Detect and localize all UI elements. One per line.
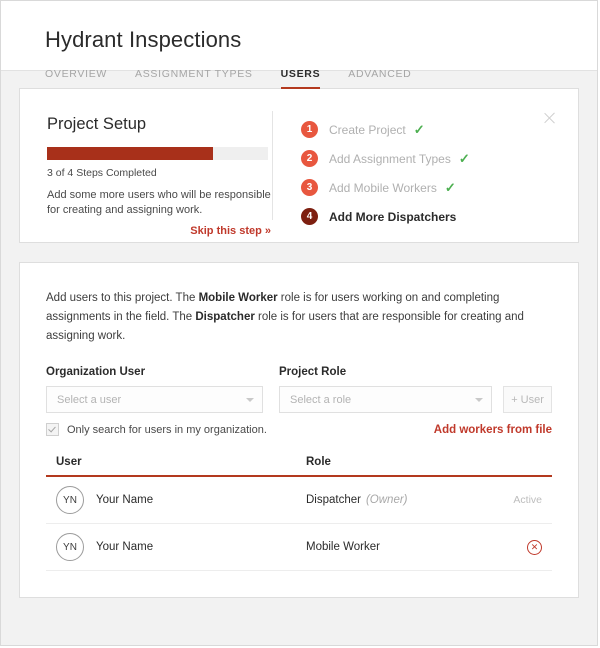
check-icon: ✓ [445,180,456,196]
users-table-header: User Role [46,456,552,477]
tab-overview[interactable]: OVERVIEW [45,68,107,89]
progress-label: 3 of 4 Steps Completed [47,167,272,179]
page-title: Hydrant Inspections [45,27,597,53]
setup-step-4[interactable]: 4 Add More Dispatchers [301,202,578,231]
only-my-org-label: Only search for users in my organization… [67,424,267,436]
table-row: YN Your Name Dispatcher (Owner) Active [46,477,552,524]
page-header: Hydrant Inspections OVERVIEW ASSIGNMENT … [1,1,597,71]
tab-users[interactable]: USERS [281,68,321,89]
only-my-org-checkbox[interactable] [46,423,59,436]
intro-text-part-1: Add users to this project. The [46,292,199,304]
form-options-row: Only search for users in my organization… [46,423,552,436]
step-label: Add Assignment Types [329,152,451,166]
add-workers-from-file-link[interactable]: Add workers from file [434,424,552,436]
column-header-role: Role [306,456,480,468]
status-cell: ✕ [480,540,542,555]
table-row: YN Your Name Mobile Worker ✕ [46,524,552,571]
organization-user-field: Organization User Select a user [46,366,263,413]
tab-assignment-types[interactable]: ASSIGNMENT TYPES [135,68,253,89]
role-cell: Dispatcher (Owner) [306,494,480,506]
project-setup-description: Add some more users who will be responsi… [47,188,271,218]
step-number-badge: 1 [301,121,318,138]
setup-step-1[interactable]: 1 Create Project ✓ [301,115,578,144]
role-cell: Mobile Worker [306,541,480,553]
project-setup-steps: 1 Create Project ✓ 2 Add Assignment Type… [273,89,578,242]
organization-user-value: Select a user [57,394,246,406]
add-user-button[interactable]: + User [503,386,552,413]
step-number-badge: 4 [301,208,318,225]
intro-bold-dispatcher: Dispatcher [195,311,254,323]
step-label: Create Project [329,123,406,137]
users-table: User Role YN Your Name Dispatcher (Owner)… [46,456,552,571]
user-cell: YN Your Name [56,486,306,514]
step-label: Add Mobile Workers [329,181,437,195]
skip-step-link[interactable]: Skip this step » [47,225,271,237]
role-value: Dispatcher [306,494,361,506]
project-setup-card: Project Setup 3 of 4 Steps Completed Add… [19,88,579,243]
intro-bold-mobile-worker: Mobile Worker [199,292,278,304]
organization-user-label: Organization User [46,366,263,378]
users-intro-text: Add users to this project. The Mobile Wo… [46,289,552,346]
tab-bar: OVERVIEW ASSIGNMENT TYPES USERS ADVANCED [45,68,597,89]
user-name: Your Name [96,494,153,506]
status-badge: Active [480,494,542,506]
project-setup-title: Project Setup [47,115,272,134]
project-role-select[interactable]: Select a role [279,386,492,413]
project-setup-summary: Project Setup 3 of 4 Steps Completed Add… [20,89,272,242]
users-card: Add users to this project. The Mobile Wo… [19,262,579,598]
column-header-user: User [56,456,306,468]
progress-bar [47,147,268,160]
role-owner-note: (Owner) [366,494,408,506]
organization-user-select[interactable]: Select a user [46,386,263,413]
project-role-field: Project Role Select a role [279,366,492,413]
check-icon: ✓ [414,122,425,138]
step-number-badge: 2 [301,150,318,167]
app-page: Hydrant Inspections OVERVIEW ASSIGNMENT … [0,0,598,646]
avatar: YN [56,533,84,561]
setup-step-2[interactable]: 2 Add Assignment Types ✓ [301,144,578,173]
role-value: Mobile Worker [306,541,380,553]
users-card-body: Add users to this project. The Mobile Wo… [20,263,578,571]
step-number-badge: 3 [301,179,318,196]
avatar: YN [56,486,84,514]
tab-advanced[interactable]: ADVANCED [348,68,411,89]
chevron-down-icon [475,398,483,402]
close-icon[interactable] [542,111,556,125]
project-role-label: Project Role [279,366,492,378]
add-user-form: Organization User Select a user Project … [46,366,552,413]
setup-step-3[interactable]: 3 Add Mobile Workers ✓ [301,173,578,202]
progress-bar-fill [47,147,213,160]
chevron-down-icon [246,398,254,402]
check-icon: ✓ [459,151,470,167]
remove-user-icon[interactable]: ✕ [527,540,542,555]
user-name: Your Name [96,541,153,553]
step-label: Add More Dispatchers [329,210,456,224]
column-header-status [480,456,542,468]
user-cell: YN Your Name [56,533,306,561]
project-role-value: Select a role [290,394,475,406]
